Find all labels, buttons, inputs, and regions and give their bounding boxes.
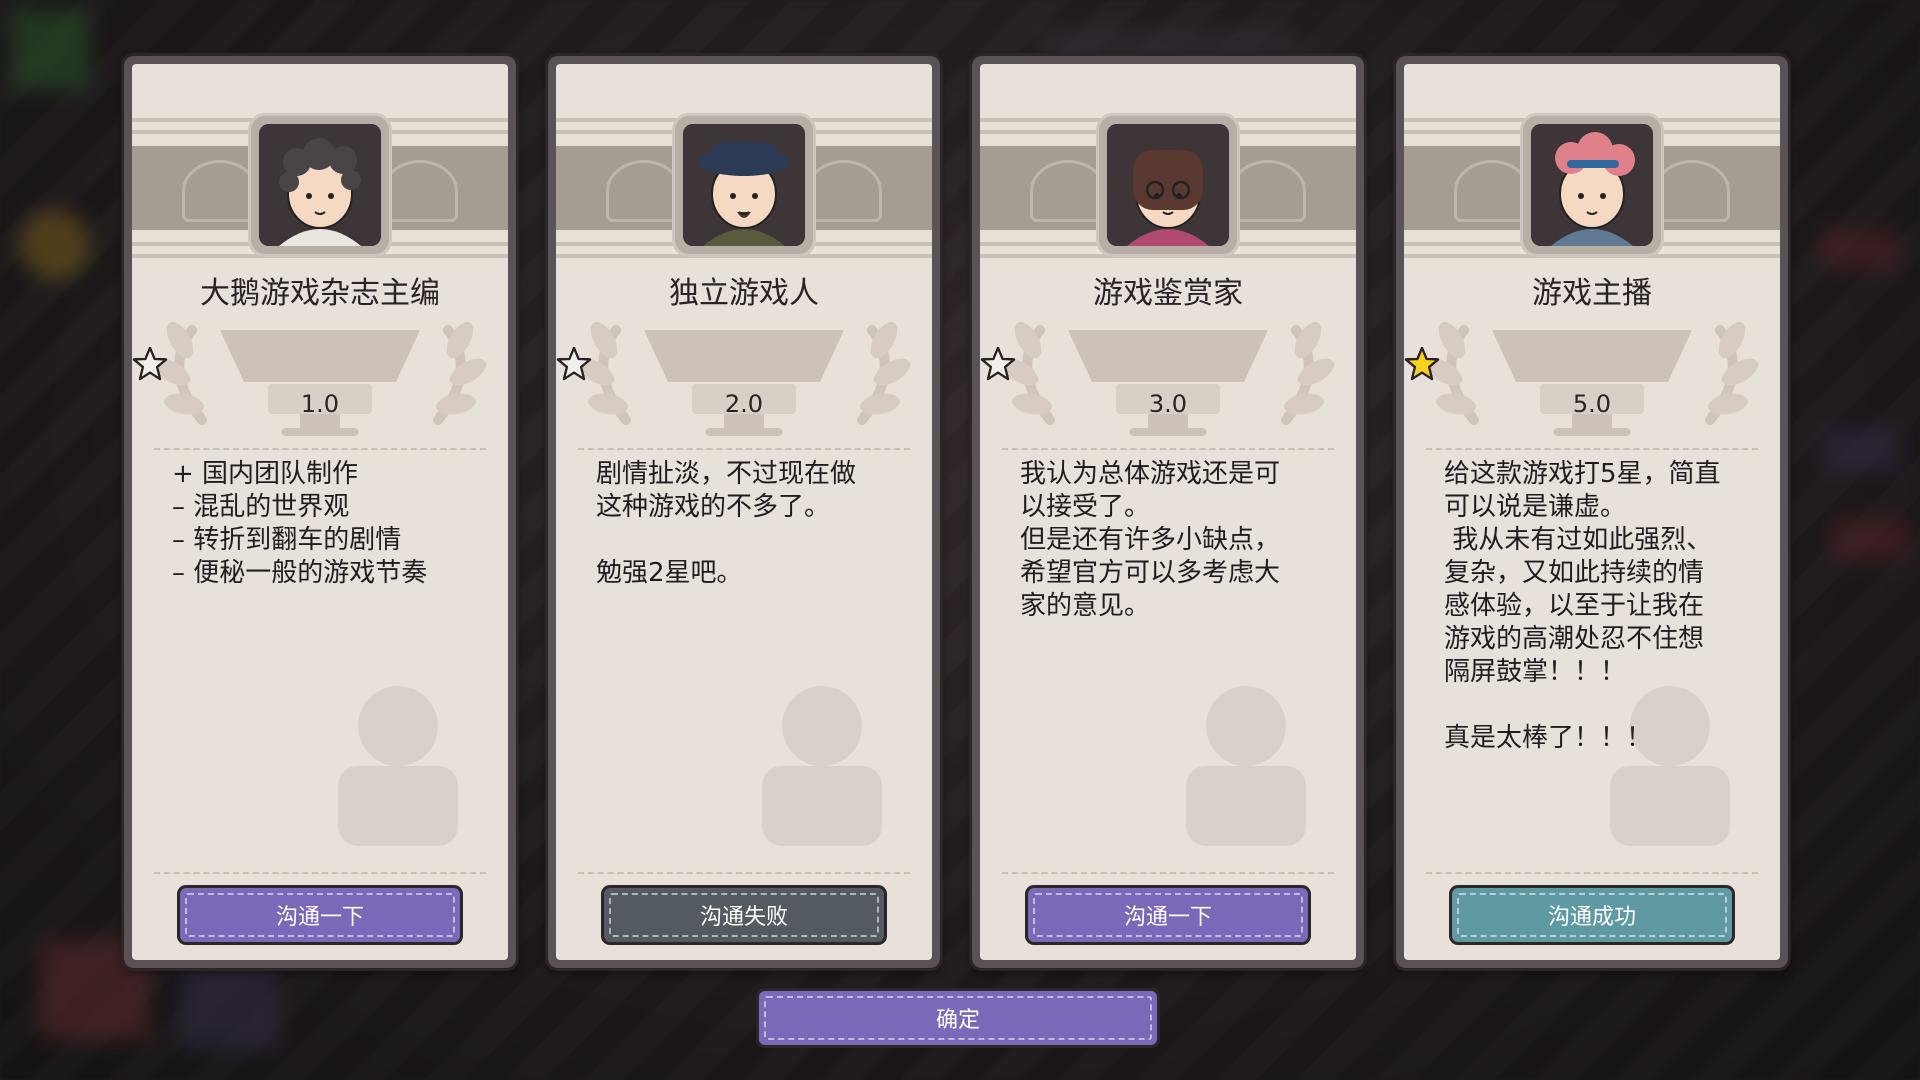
communicate-button[interactable]: 沟通一下 xyxy=(1028,888,1308,942)
divider xyxy=(154,448,486,450)
reviewer-title: 游戏主播 xyxy=(1532,276,1652,311)
divider xyxy=(1002,448,1334,450)
communicate-button[interactable]: 沟通一下 xyxy=(180,888,460,942)
review-card: 游戏主播 5.0 给这款游戏打5星，简直 可以说是谦虚。 我从未有过如此强烈、 … xyxy=(1396,56,1788,968)
rating-trophy: 1.0 xyxy=(132,310,508,440)
rating-score: 3.0 xyxy=(1148,390,1188,418)
communicate-button-label: 沟通成功 xyxy=(1547,905,1636,930)
confirm-button[interactable]: 确定 xyxy=(759,991,1157,1045)
review-text: 剧情扯淡，不过现在做 这种游戏的不多了。 勉强2星吧。 xyxy=(596,459,857,588)
reviewer-avatar-frame xyxy=(251,116,389,254)
rating-score: 1.0 xyxy=(300,390,340,418)
communicate-button[interactable]: 沟通成功 xyxy=(1452,888,1732,942)
communicate-button[interactable]: 沟通失败 xyxy=(604,888,884,942)
confirm-button-label: 确定 xyxy=(935,1008,980,1033)
communicate-button-label: 沟通一下 xyxy=(275,905,364,930)
rating-trophy: 5.0 xyxy=(1404,310,1780,440)
review-card: 大鹅游戏杂志主编 1.0 + 国内团队制作 – 混乱的世界观 – 转折到翻车的剧… xyxy=(124,56,516,968)
pink-hair-streamer-avatar xyxy=(1531,124,1653,246)
communicate-button-label: 沟通一下 xyxy=(1123,905,1212,930)
review-cards-panel: 大鹅游戏杂志主编 1.0 + 国内团队制作 – 混乱的世界观 – 转折到翻车的剧… xyxy=(124,56,1796,968)
review-card: 独立游戏人 2.0 剧情扯淡，不过现在做 这种游戏的不多了。 勉强2星吧。 沟通… xyxy=(548,56,940,968)
review-text: + 国内团队制作 – 混乱的世界观 – 转折到翻车的剧情 – 便秘一般的游戏节奏 xyxy=(172,459,428,588)
glasses-connoisseur-avatar xyxy=(1107,124,1229,246)
divider xyxy=(1002,872,1334,874)
reviewer-title: 游戏鉴赏家 xyxy=(1093,276,1243,311)
reviewer-title: 大鹅游戏杂志主编 xyxy=(200,276,440,311)
communicate-button-label: 沟通失败 xyxy=(699,905,788,930)
reviewer-title: 独立游戏人 xyxy=(669,276,819,311)
divider xyxy=(578,872,910,874)
rating-trophy: 2.0 xyxy=(556,310,932,440)
rating-score: 2.0 xyxy=(724,390,764,418)
divider xyxy=(154,872,486,874)
divider xyxy=(1426,448,1758,450)
review-text: 我认为总体游戏还是可 以接受了。 但是还有许多小缺点， 希望官方可以多考虑大 家… xyxy=(1020,459,1281,621)
reviewer-avatar-frame xyxy=(675,116,813,254)
divider xyxy=(578,448,910,450)
hat-goatee-indie-avatar xyxy=(683,124,805,246)
reviewer-avatar-frame xyxy=(1099,116,1237,254)
reviewer-watermark-icon xyxy=(1580,666,1760,850)
reviewer-avatar-frame xyxy=(1523,116,1661,254)
reviewer-watermark-icon xyxy=(732,666,912,850)
review-card: 游戏鉴赏家 3.0 我认为总体游戏还是可 以接受了。 但是还有许多小缺点， 希望… xyxy=(972,56,1364,968)
curly-hair-editor-avatar xyxy=(259,124,381,246)
divider xyxy=(1426,872,1758,874)
reviewer-watermark-icon xyxy=(308,666,488,850)
reviewer-watermark-icon xyxy=(1156,666,1336,850)
rating-score: 5.0 xyxy=(1572,390,1612,418)
rating-trophy: 3.0 xyxy=(980,310,1356,440)
